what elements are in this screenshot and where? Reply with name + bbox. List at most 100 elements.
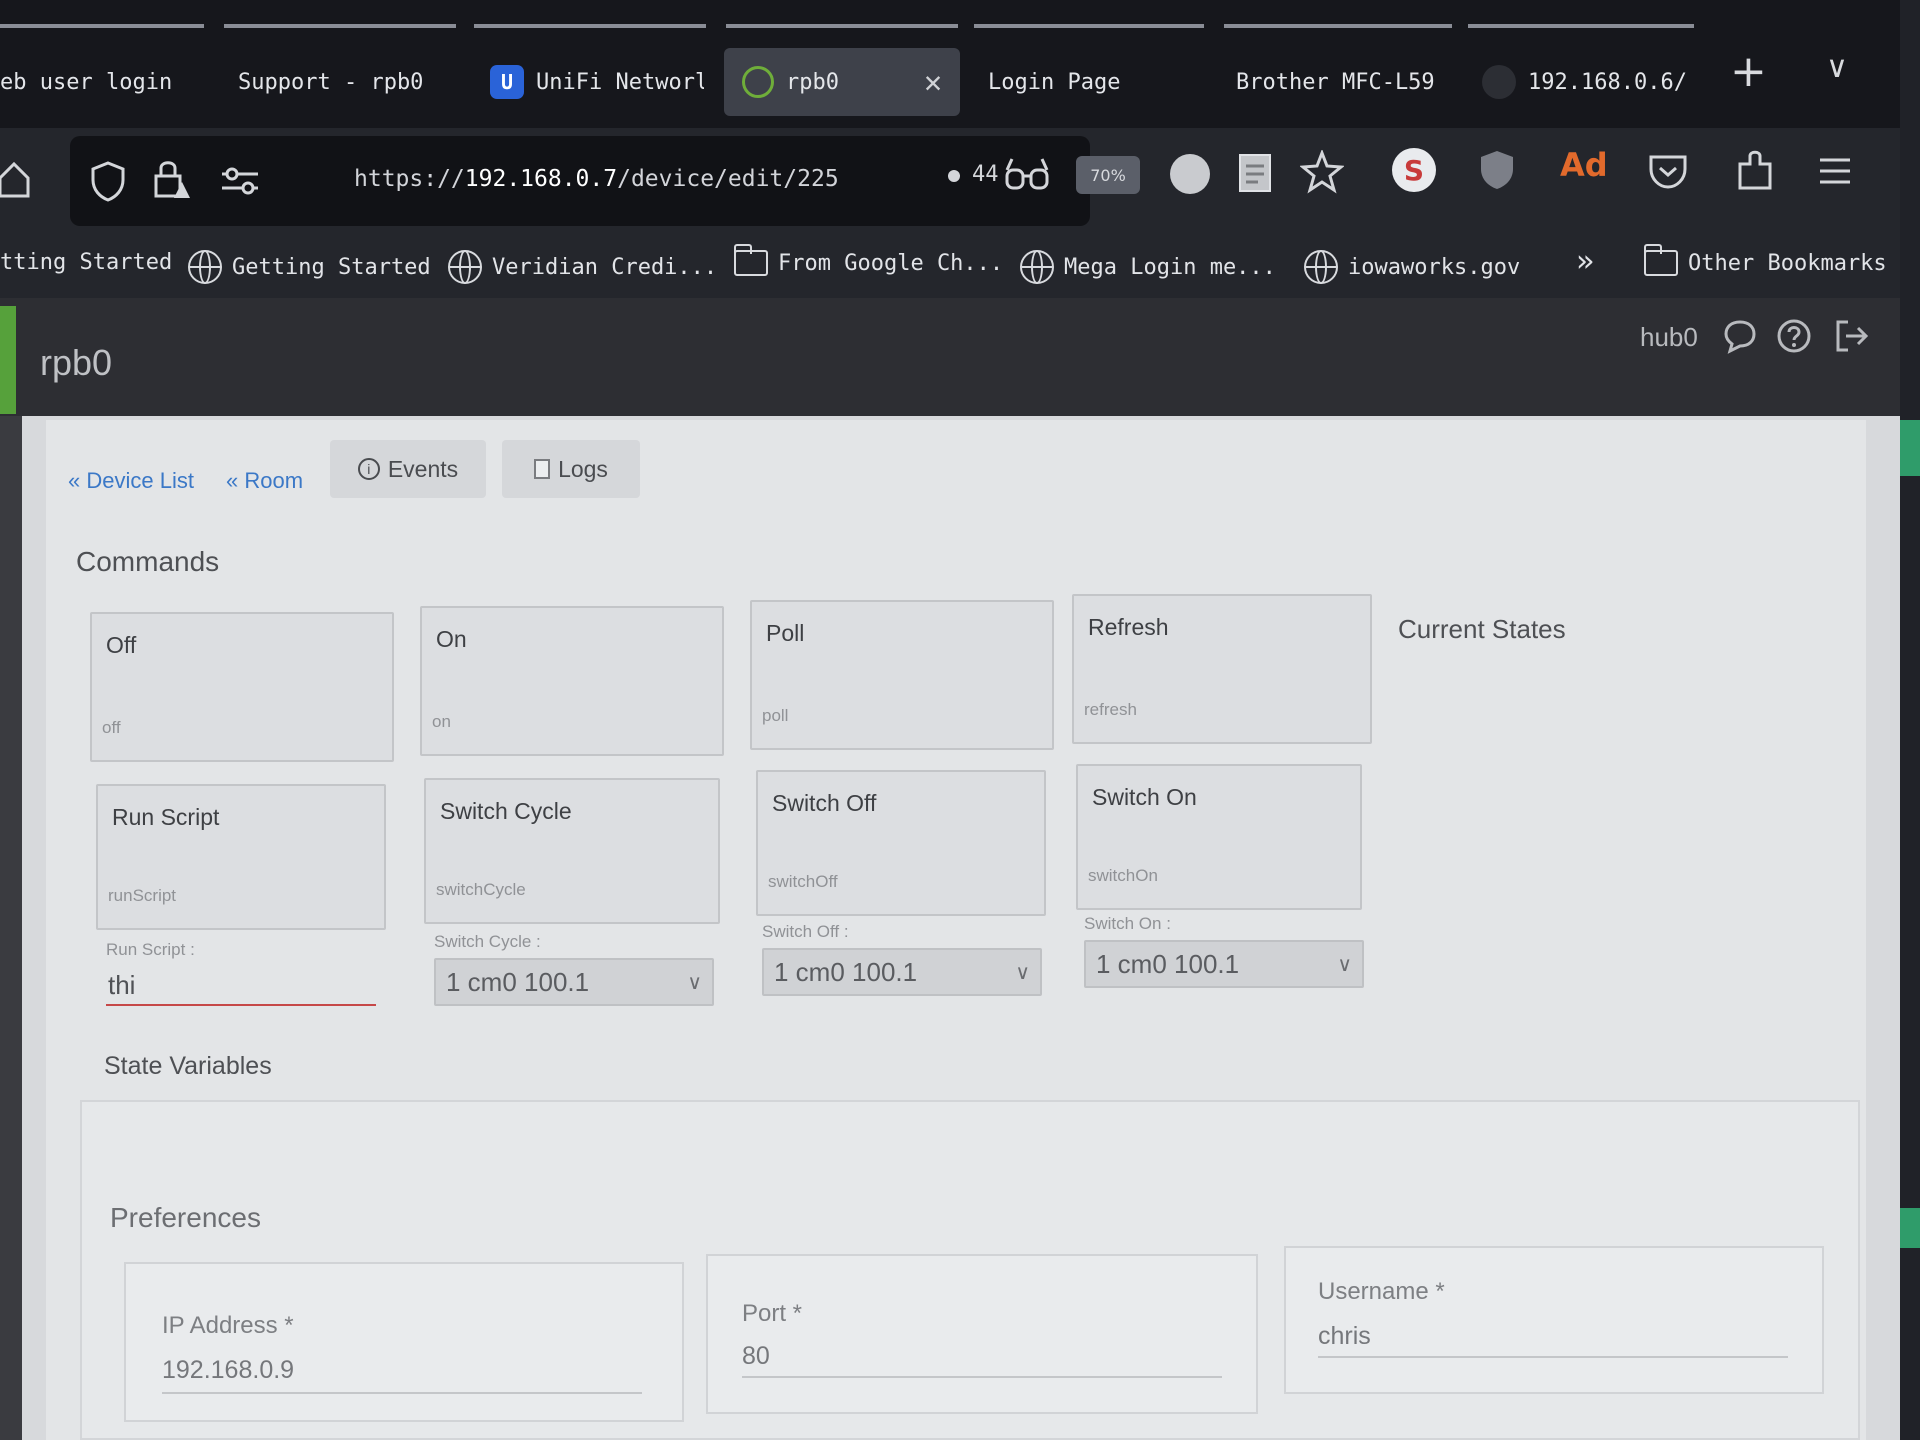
bookmark-star-icon[interactable] — [1300, 150, 1344, 194]
room-link[interactable]: « Room — [226, 468, 303, 494]
tab-top-line — [974, 24, 1204, 28]
globe-icon — [188, 250, 222, 284]
profile-circle-icon[interactable] — [1170, 154, 1210, 194]
bookmarks-overflow-icon[interactable]: » — [1576, 244, 1594, 279]
hamburger-menu-icon[interactable] — [1818, 156, 1852, 186]
command-poll[interactable]: Poll poll — [750, 600, 1054, 750]
extension-s-icon[interactable]: S — [1392, 148, 1436, 192]
tab-192-168-0-6[interactable]: 192.168.0.6/ — [1482, 48, 1692, 116]
username-card: Username * chris — [1284, 1246, 1824, 1394]
lock-warning-icon[interactable] — [152, 156, 192, 202]
zoom-level-badge[interactable]: 70% — [1076, 156, 1140, 194]
port-input[interactable]: 80 — [742, 1342, 770, 1371]
tab-support[interactable]: Support - rpb0 — [238, 48, 448, 116]
shield-icon[interactable] — [90, 160, 126, 202]
site-icon — [1482, 65, 1516, 99]
pocket-icon[interactable] — [1648, 152, 1688, 190]
globe-icon — [448, 250, 482, 284]
tab-list-chevron-icon[interactable]: ∨ — [1826, 50, 1848, 85]
command-id: switchOn — [1088, 866, 1158, 885]
command-on[interactable]: On on — [420, 606, 724, 756]
new-tab-button[interactable]: + — [1730, 46, 1767, 97]
tab-top-line — [1468, 24, 1694, 28]
url-path: /device/edit/225 — [617, 166, 839, 192]
bookmark-label: Mega Login me... — [1064, 254, 1276, 280]
tab-login-page[interactable]: Login Page — [988, 48, 1198, 116]
command-off[interactable]: Off off — [90, 612, 394, 762]
ip-address-input[interactable]: 192.168.0.9 — [162, 1356, 294, 1385]
commands-title: Commands — [76, 546, 220, 577]
logout-icon[interactable] — [1834, 318, 1870, 354]
permissions-icon[interactable] — [220, 166, 260, 196]
bookmark-item[interactable]: iowaworks.gov — [1304, 250, 1520, 284]
help-icon[interactable] — [1776, 318, 1812, 354]
tab-title: Login Page — [988, 69, 1121, 95]
command-switch-off[interactable]: Switch Off switchOff — [756, 770, 1046, 916]
chevron-down-icon: ∨ — [1015, 961, 1030, 984]
bookmark-item[interactable]: From Google Ch... — [734, 244, 1003, 276]
notes-icon[interactable] — [1236, 152, 1276, 194]
folder-icon — [1644, 244, 1678, 276]
command-id: switchCycle — [436, 880, 526, 899]
ip-address-card: IP Address * 192.168.0.9 — [124, 1262, 684, 1422]
command-switch-on[interactable]: Switch On switchOn — [1076, 764, 1362, 910]
adblock-icon[interactable]: Ad — [1560, 146, 1608, 184]
logs-button[interactable]: Logs — [502, 440, 640, 498]
current-states-title: Current States — [1398, 614, 1566, 644]
run-script-input[interactable]: thi — [106, 966, 376, 1006]
url-text[interactable]: https://192.168.0.7/device/edit/225 — [354, 166, 839, 192]
events-button[interactable]: i Events — [330, 440, 486, 498]
bookmark-label: Other Bookmarks — [1688, 250, 1887, 276]
hub-name[interactable]: hub0 — [1640, 322, 1698, 353]
chat-icon[interactable] — [1722, 318, 1758, 354]
bookmark-item[interactable]: Mega Login me... — [1020, 250, 1276, 284]
page-title: rpb0 — [40, 342, 113, 383]
switch-cycle-select[interactable]: 1 cm0 100.1 ∨ — [434, 958, 714, 1006]
command-id: switchOff — [768, 872, 838, 891]
browser-nav-bar: https://192.168.0.7/device/edit/225 44 7… — [0, 128, 1920, 236]
tab-title: Support - rpb0 — [238, 69, 424, 95]
tab-title: eb user login — [0, 69, 173, 95]
tab-top-line — [0, 24, 204, 28]
select-value: 1 cm0 100.1 — [446, 966, 590, 997]
command-run-script[interactable]: Run Script runScript — [96, 784, 386, 930]
port-card: Port * 80 — [706, 1254, 1258, 1414]
command-refresh[interactable]: Refresh refresh — [1072, 594, 1372, 744]
switch-on-select[interactable]: 1 cm0 100.1 ∨ — [1084, 940, 1364, 988]
device-list-link[interactable]: « Device List — [68, 468, 194, 494]
extensions-puzzle-icon[interactable] — [1736, 146, 1774, 192]
bookmark-item[interactable]: Getting Started — [188, 250, 431, 284]
param-label: Run Script : — [106, 940, 195, 959]
home-icon[interactable] — [0, 160, 34, 200]
param-label: Switch On : — [1084, 914, 1171, 933]
url-bar[interactable]: https://192.168.0.7/device/edit/225 — [70, 136, 1090, 226]
switch-off-select[interactable]: 1 cm0 100.1 ∨ — [762, 948, 1042, 996]
tab-web-user-login[interactable]: eb user login — [0, 48, 190, 116]
reader-glasses-icon[interactable] — [1004, 156, 1050, 192]
other-bookmarks[interactable]: Other Bookmarks — [1644, 244, 1887, 276]
state-variables-title: State Variables — [104, 1052, 272, 1080]
bookmark-item[interactable]: Veridian Credi... — [448, 250, 717, 284]
browser-tab-bar: eb user login Support - rpb0 U UniFi Net… — [0, 0, 1920, 128]
switch-off-param: Switch Off : 1 cm0 100.1 ∨ — [762, 922, 1042, 996]
ublock-shield-icon[interactable] — [1478, 148, 1516, 192]
tab-title: rpb0 — [786, 69, 839, 95]
tab-rpb0-active[interactable]: rpb0 ✕ — [724, 48, 960, 116]
username-input[interactable]: chris — [1318, 1322, 1371, 1351]
command-name: Off — [106, 632, 137, 658]
tab-unifi[interactable]: U UniFi Networl — [490, 48, 704, 116]
tab-title: 192.168.0.6/ — [1528, 69, 1687, 95]
folder-icon — [734, 244, 768, 276]
globe-icon — [1020, 250, 1054, 284]
switch-on-param: Switch On : 1 cm0 100.1 ∨ — [1084, 914, 1364, 988]
tab-brother-printer[interactable]: Brother MFC-L598 — [1236, 48, 1434, 116]
command-name: Switch Cycle — [440, 798, 572, 824]
info-icon: i — [357, 458, 380, 480]
close-tab-icon[interactable]: ✕ — [924, 65, 942, 100]
bookmark-item[interactable]: tting Started — [0, 250, 172, 275]
run-script-param: Run Script : thi — [106, 940, 376, 1006]
tab-title: Brother MFC-L598 — [1236, 69, 1434, 95]
rail-accent — [1900, 420, 1920, 476]
command-name: Run Script — [112, 804, 220, 830]
command-switch-cycle[interactable]: Switch Cycle switchCycle — [424, 778, 720, 924]
